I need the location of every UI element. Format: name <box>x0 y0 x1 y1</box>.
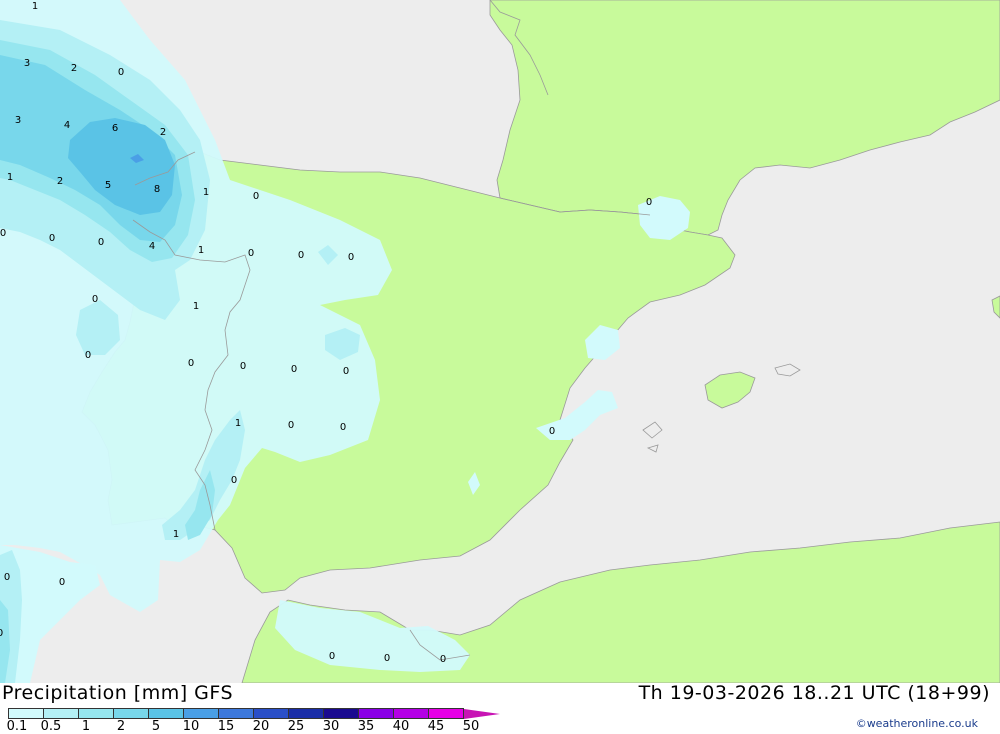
legend-tick-label: 45 <box>427 719 445 734</box>
map-label: 4 <box>149 241 155 252</box>
legend-tick-label: 2 <box>116 719 126 734</box>
color-legend <box>8 708 500 719</box>
map-label: 0 <box>288 420 294 431</box>
map-label: 1 <box>203 187 209 198</box>
map-label: 3 <box>15 115 21 126</box>
legend-tick-label: 0.5 <box>40 719 62 734</box>
map-label: 0 <box>440 654 446 665</box>
map-label: 0 <box>0 628 3 639</box>
legend-swatch <box>428 708 464 719</box>
map-label: 0 <box>0 228 6 239</box>
map-label: 0 <box>231 475 237 486</box>
map-label: 4 <box>64 120 70 131</box>
map-label: 0 <box>291 364 297 375</box>
credit-link[interactable]: ©weatheronline.co.uk <box>856 717 978 730</box>
legend-tick-label: 0.1 <box>6 719 28 734</box>
legend-swatch <box>78 708 114 719</box>
legend-tick-label: 10 <box>182 719 200 734</box>
map-label: 0 <box>253 191 259 202</box>
map-label: 0 <box>348 252 354 263</box>
map-label: 0 <box>248 248 254 259</box>
legend-tick-label: 5 <box>151 719 161 734</box>
map-label: 1 <box>32 1 38 12</box>
legend-swatch <box>43 708 79 719</box>
legend-swatch <box>8 708 44 719</box>
map-label: 5 <box>105 180 111 191</box>
legend-tick-label: 1 <box>81 719 91 734</box>
map-label: 0 <box>646 197 652 208</box>
map-label: 0 <box>549 426 555 437</box>
map-label: 1 <box>7 172 13 183</box>
map-label: 0 <box>118 67 124 78</box>
map-label: 1 <box>235 418 241 429</box>
legend-tick-label: 15 <box>217 719 235 734</box>
legend-swatch <box>288 708 324 719</box>
map-label: 0 <box>240 361 246 372</box>
map-title: Precipitation [mm] GFS <box>2 682 234 704</box>
map-label: 1 <box>173 529 179 540</box>
map-label: 0 <box>329 651 335 662</box>
legend-arrow <box>464 709 500 719</box>
legend-tick-label: 35 <box>357 719 375 734</box>
map-label: 0 <box>343 366 349 377</box>
legend-tick-label: 20 <box>252 719 270 734</box>
map-label: 6 <box>112 123 118 134</box>
map-label: 0 <box>92 294 98 305</box>
map-label: 0 <box>384 653 390 664</box>
precipitation-map: 1 3 2 0 3 4 6 2 1 2 5 8 1 0 0 0 0 4 1 0 … <box>0 0 1000 683</box>
map-label: 0 <box>340 422 346 433</box>
map-label: 2 <box>57 176 63 187</box>
valid-time: Th 19-03-2026 18..21 UTC (18+99) <box>638 682 990 704</box>
legend-tick-label: 50 <box>462 719 480 734</box>
legend-swatch <box>148 708 184 719</box>
map-label: 1 <box>193 301 199 312</box>
map-label: 0 <box>298 250 304 261</box>
map-label: 0 <box>4 572 10 583</box>
legend-swatch <box>393 708 429 719</box>
legend-swatch <box>253 708 289 719</box>
map-label: 0 <box>98 237 104 248</box>
map-label: 3 <box>24 58 30 69</box>
legend-swatch <box>323 708 359 719</box>
legend-tick-label: 30 <box>322 719 340 734</box>
legend-labels: 0.1 0.5 1 2 5 10 15 20 25 30 35 40 45 50 <box>0 719 560 734</box>
legend-swatch <box>183 708 219 719</box>
map-label: 0 <box>59 577 65 588</box>
legend-tick-label: 40 <box>392 719 410 734</box>
legend-swatch <box>358 708 394 719</box>
map-label: 2 <box>71 63 77 74</box>
legend-swatch <box>218 708 254 719</box>
legend-tick-label: 25 <box>287 719 305 734</box>
legend-swatch <box>113 708 149 719</box>
map-label: 1 <box>198 245 204 256</box>
map-label: 0 <box>49 233 55 244</box>
map-label: 0 <box>85 350 91 361</box>
map-label: 8 <box>154 184 160 195</box>
map-label: 0 <box>188 358 194 369</box>
map-label: 2 <box>160 127 166 138</box>
